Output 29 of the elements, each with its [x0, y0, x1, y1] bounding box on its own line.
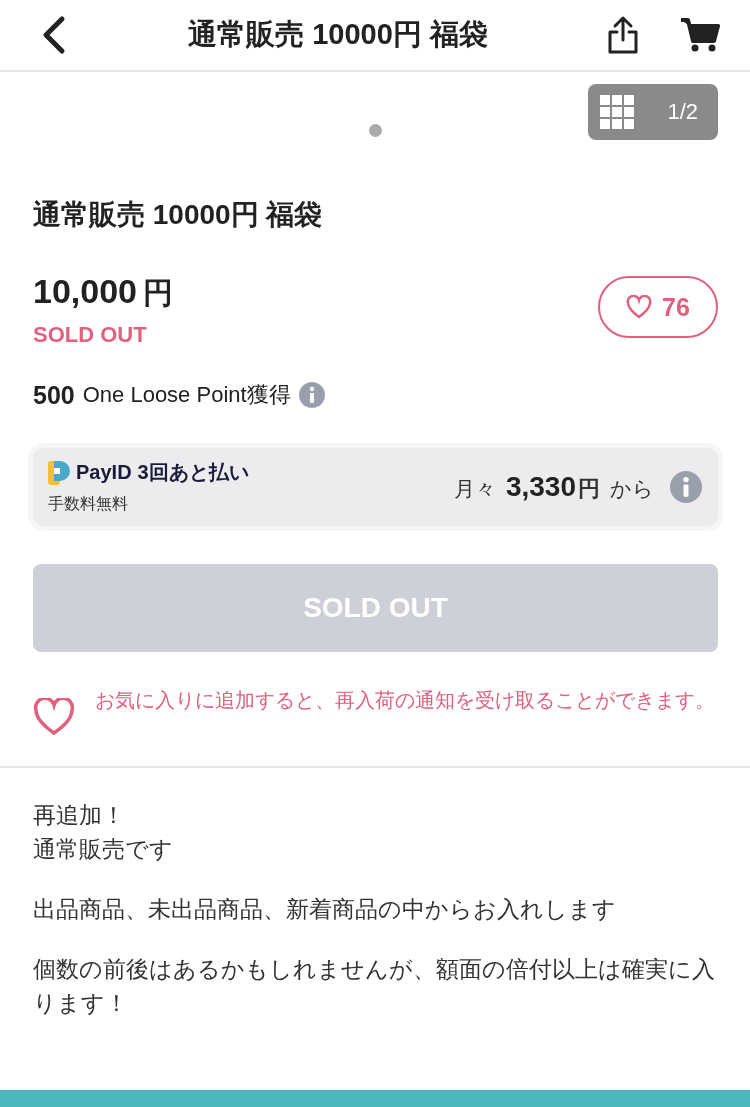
heart-icon [626, 295, 653, 319]
description-text: 出品商品、未出品商品、新着商品の中からお入れします [33, 895, 617, 924]
monthly-amount: 3,330 [505, 470, 576, 503]
monthly-label: 月々 [453, 475, 496, 502]
description-text: 個数の前後はあるかもしれませんが、額面の倍付以上は確実に入ります！ [33, 955, 716, 1018]
page-title: 通常販売 10000円 福袋 [187, 17, 489, 52]
currency: 円 [143, 276, 173, 309]
restock-note: お気に入りに追加すると、再入荷の通知を受け取ることができます。 [95, 688, 715, 713]
favorite-button[interactable]: 76 [598, 276, 718, 338]
grid-icon [600, 95, 634, 129]
payid-logo-icon [48, 460, 70, 485]
product-title: 通常販売 10000円 福袋 [33, 198, 324, 232]
description-text: 通常販売です [33, 835, 174, 864]
heart-icon [33, 698, 75, 736]
points-label: One Loose Point獲得 [82, 381, 291, 409]
from-label: から [610, 475, 654, 502]
info-icon[interactable] [670, 471, 702, 503]
payid-plan: 3回あと払い [137, 460, 249, 485]
info-icon[interactable] [298, 382, 325, 408]
description-text: 再追加！ [33, 801, 126, 830]
cart-button[interactable] [680, 17, 720, 53]
share-button[interactable] [606, 15, 640, 55]
sold-out-label: SOLD OUT [33, 322, 148, 348]
image-counter[interactable]: 1/2 [588, 84, 718, 140]
price: 10,000 [33, 272, 137, 310]
fee-label: 手数料無料 [48, 494, 129, 514]
payid-brand: PayID [76, 461, 132, 484]
points-amount: 500 [33, 380, 75, 410]
currency: 円 [578, 474, 600, 503]
